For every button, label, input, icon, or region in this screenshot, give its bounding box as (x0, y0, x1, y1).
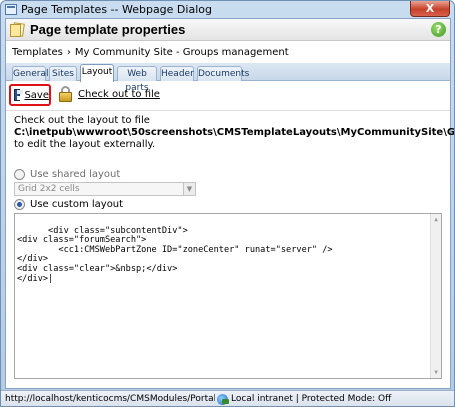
custom-layout-label: Use custom layout (30, 199, 124, 210)
window-title: Page Templates -- Webpage Dialog (21, 3, 212, 16)
tab-layout[interactable]: Layout (80, 64, 114, 82)
shared-layout-value: Grid 2x2 cells (18, 184, 80, 194)
shared-layout-select: Grid 2x2 cells ▼ (14, 182, 196, 196)
chevron-down-icon: ▼ (183, 183, 195, 195)
editor-scrollbar[interactable]: ▲ ▼ (430, 214, 441, 378)
help-icon[interactable]: ? (431, 22, 446, 37)
layout-code-editor[interactable]: <div class="subcontentDiv"> <div class="… (14, 213, 442, 379)
scroll-up-icon[interactable]: ▲ (431, 214, 441, 225)
check-out-label: Check out to file (78, 88, 160, 100)
page-title: Page template properties (30, 22, 186, 37)
breadcrumb-current: My Community Site - Groups management (74, 46, 289, 58)
checkout-info-suffix: to edit the layout externally. (14, 139, 156, 150)
check-out-button[interactable]: Check out to file (59, 86, 160, 102)
floppy-disk-icon (14, 89, 24, 101)
checkout-file-path: C:\inetpub\wwwroot\50screenshots\CMSTemp… (14, 127, 455, 138)
window-icon (5, 4, 17, 15)
save-label: Save (24, 89, 49, 101)
lock-icon (59, 86, 72, 102)
security-zone-label: Local intranet | Protected Mode: Off (231, 394, 392, 404)
security-zone: Local intranet | Protected Mode: Off (217, 393, 392, 405)
breadcrumb-templates[interactable]: Templates (12, 47, 63, 58)
dialog-client: Page template properties ? Templates › M… (5, 18, 454, 389)
checkout-info: Check out the layout to file C:\inetpub\… (14, 115, 454, 151)
status-bar: http://localhost/kenticocms/CMSModules/P… (1, 390, 454, 406)
tab-sites[interactable]: Sites (49, 66, 77, 81)
intranet-globe-icon (217, 393, 229, 405)
title-bar: Page Templates -- Webpage Dialog X (1, 1, 454, 18)
status-url: http://localhost/kenticocms/CMSModules/P… (5, 394, 215, 404)
save-button[interactable]: Save (9, 84, 51, 106)
page-template-icon (10, 21, 25, 37)
custom-layout-option[interactable]: Use custom layout (14, 199, 123, 210)
close-button[interactable]: X (410, 1, 450, 17)
custom-layout-radio[interactable] (14, 199, 25, 210)
scroll-down-icon[interactable]: ▼ (431, 367, 441, 378)
tab-strip: General Sites Layout Web parts Header Do… (6, 63, 450, 93)
dialog-window: Page Templates -- Webpage Dialog X Page … (0, 0, 455, 407)
shared-layout-label: Use shared layout (30, 169, 121, 180)
shared-layout-option[interactable]: Use shared layout (14, 169, 120, 180)
toolbar: Save Check out to file (6, 82, 450, 111)
breadcrumb-separator: › (66, 46, 71, 58)
breadcrumb: Templates › My Community Site - Groups m… (6, 42, 450, 62)
tab-documents[interactable]: Documents (197, 66, 249, 81)
tab-header[interactable]: Header (160, 66, 194, 81)
tab-web-parts[interactable]: Web parts (117, 66, 157, 93)
page-header: Page template properties ? (6, 19, 450, 41)
tab-general[interactable]: General (12, 66, 48, 81)
checkout-info-line: Check out the layout to file (14, 115, 150, 126)
layout-code[interactable]: <div class="subcontentDiv"> <div class="… (17, 226, 333, 284)
shared-layout-radio[interactable] (14, 169, 25, 180)
